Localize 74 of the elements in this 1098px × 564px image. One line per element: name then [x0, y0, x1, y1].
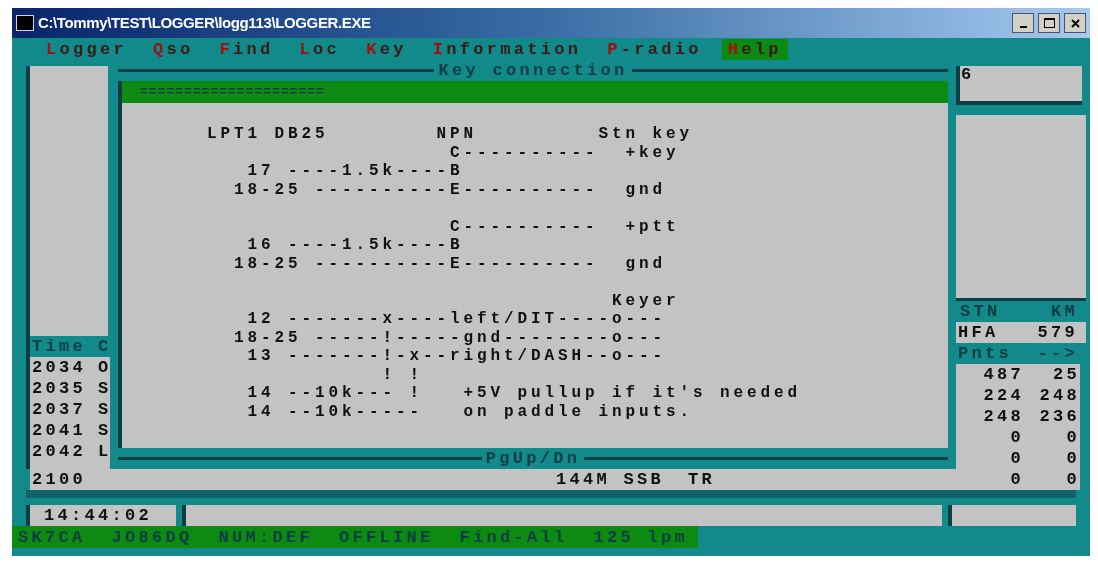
status-item: 125 lpm	[593, 526, 689, 548]
close-icon	[1070, 18, 1080, 28]
table-cell-text: 0	[1065, 427, 1080, 448]
time-field: 14:44:02	[26, 505, 176, 526]
table-cell-text: 248	[1038, 385, 1080, 406]
status-item: SK7CA	[18, 526, 86, 548]
console-icon	[16, 15, 34, 31]
menu-item[interactable]: Find	[213, 38, 280, 60]
table-cell-text: 25	[1052, 364, 1080, 385]
table-cell: 2042	[32, 441, 86, 462]
maximize-button[interactable]	[1038, 13, 1060, 33]
table-cell: S	[98, 378, 112, 399]
table-cell-text: 0	[1009, 448, 1024, 469]
minimize-button[interactable]	[1012, 13, 1034, 33]
table-cell: 2034	[32, 357, 86, 378]
diagram-line: 18-25 -----!-----gnd--------o---	[233, 328, 668, 347]
window-title: C:\Tommy\TEST\LOGGER\logg113\LOGGER.EXE	[38, 12, 371, 33]
table-cell-text: 236	[1038, 406, 1080, 427]
diagram-line: LPT1 DB25 NPN Stn key	[206, 125, 695, 144]
diagram-line: 13 -------!-x--right/DASH--o---	[246, 347, 668, 366]
status-item: NUM:DEF	[218, 526, 314, 548]
column-header: KM	[1051, 301, 1078, 322]
menu-item[interactable]: Key	[360, 38, 413, 60]
station-call: HFA	[958, 322, 999, 343]
dialog-title: Key connection	[438, 60, 628, 81]
menu-item[interactable]: Information	[426, 38, 588, 60]
menu-item[interactable]: P-radio	[601, 38, 708, 60]
table-cell-text: 248	[982, 406, 1024, 427]
table-cell: 2041	[32, 420, 86, 441]
menu-item[interactable]: Help	[721, 38, 788, 60]
table-cell-text: 0	[1065, 469, 1080, 490]
table-cell: S	[98, 399, 112, 420]
menu-item[interactable]: Loc	[293, 38, 347, 60]
column-header: C	[98, 336, 112, 357]
diagram-line: C---------- +key	[449, 143, 681, 162]
header-bar: =====================	[122, 81, 948, 103]
op-mode: TR	[688, 469, 716, 490]
table-cell-text: 0	[1009, 427, 1024, 448]
status-item: JO86DQ	[111, 526, 193, 548]
table-cell: 2100	[32, 469, 86, 490]
diagram-line: 17 ----1.5k----B	[246, 162, 465, 181]
input-field[interactable]	[182, 505, 942, 526]
dialog-footer: PgUp/Dn	[485, 448, 581, 469]
diagram-line: 14 --10k----- on paddle inputs.	[246, 402, 695, 421]
column-header: STN	[960, 301, 1001, 322]
diagram-line: 16 ----1.5k----B	[246, 236, 465, 255]
close-button[interactable]	[1064, 13, 1086, 33]
distance: 579	[1037, 322, 1078, 343]
diagram-line: 12 -------x----left/DIT----o---	[246, 310, 668, 329]
points-label: Pnts	[958, 343, 1012, 364]
status-item: OFFLINE	[339, 526, 434, 548]
diagram-line: C---------- +ptt	[449, 217, 681, 236]
diagram-line: 18-25 ----------E---------- gnd	[233, 180, 668, 199]
diagram-line: ! !	[381, 365, 425, 384]
table-cell: O	[98, 357, 112, 378]
info-box: 6	[956, 66, 1082, 106]
band-mode: 144M SSB	[556, 469, 665, 490]
table-cell-text: 487	[982, 364, 1024, 385]
diagram-line: 18-25 ----------E---------- gnd	[233, 254, 668, 273]
menu-item[interactable]: Logger	[40, 38, 134, 60]
arrow-text: -->	[1037, 343, 1078, 364]
diagram-line: 14 --10k--- ! +5V pullup if it's needed	[246, 384, 803, 403]
table-cell: 2037	[32, 399, 86, 420]
input-field[interactable]	[948, 505, 1076, 526]
menu-item[interactable]: Qso	[147, 38, 200, 60]
diagram-line: Keyer	[611, 291, 681, 310]
table-cell: L	[98, 441, 112, 462]
table-cell-text: 0	[1009, 469, 1024, 490]
table-cell-text: 224	[982, 385, 1024, 406]
table-cell-text: 0	[1065, 448, 1080, 469]
table-cell: 2035	[32, 378, 86, 399]
table-cell: S	[98, 420, 112, 441]
column-header: Time	[32, 336, 86, 357]
status-item: Find-All	[459, 526, 568, 548]
